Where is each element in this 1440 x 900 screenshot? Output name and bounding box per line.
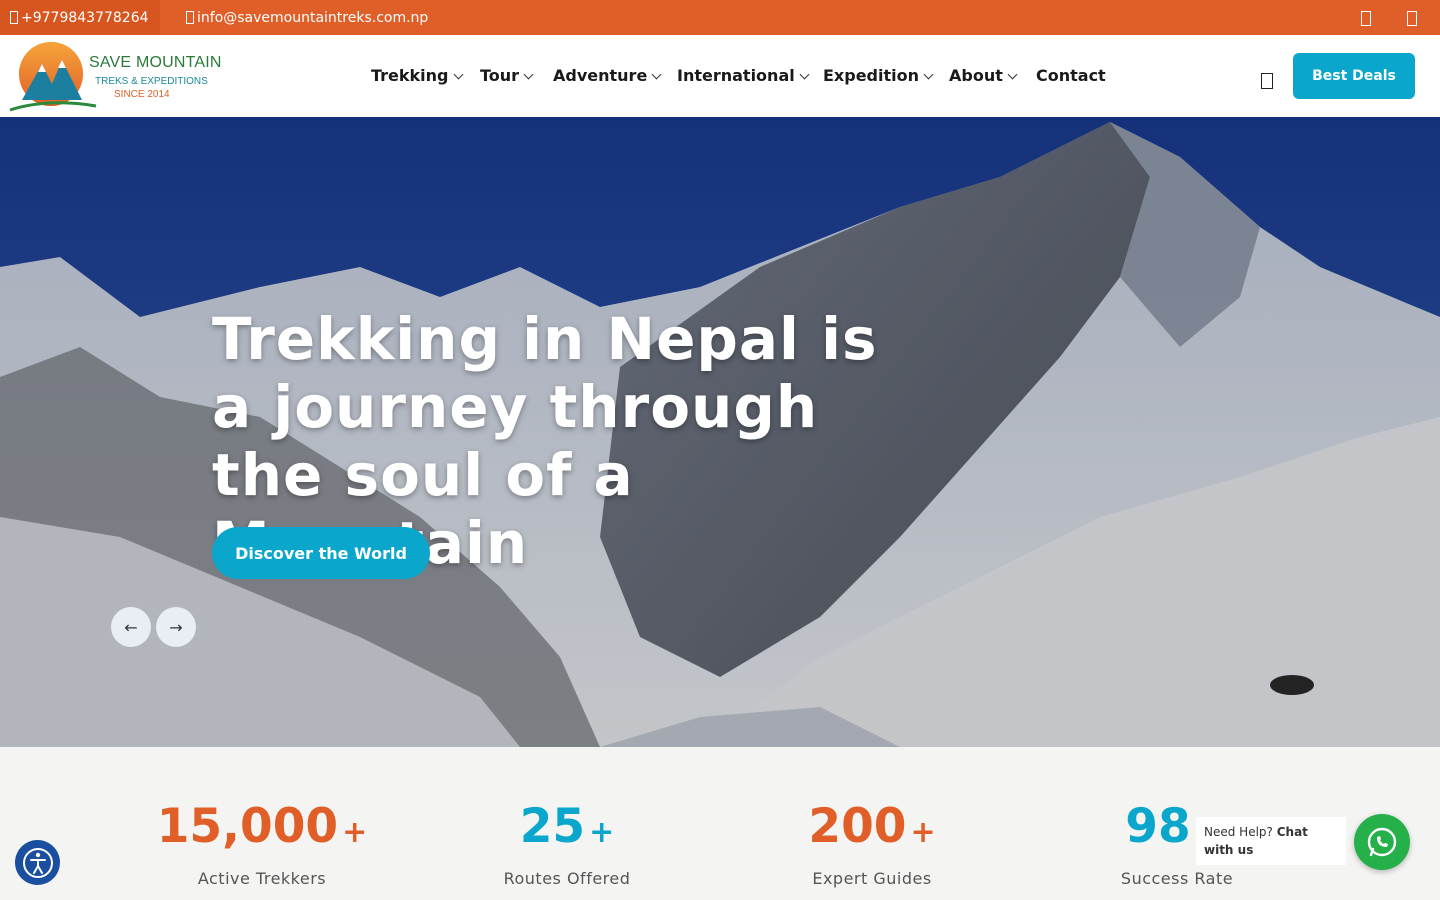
whatsapp-button[interactable] xyxy=(1354,814,1410,870)
chevron-down-icon xyxy=(799,69,810,79)
nav-item-label: Tour xyxy=(480,66,520,85)
stat-label: Expert Guides xyxy=(812,869,932,888)
stat-label: Active Trekkers xyxy=(197,869,327,888)
stat-suffix: + xyxy=(910,815,936,850)
nav-item-label: About xyxy=(949,66,1003,85)
nav-item-label: Expedition xyxy=(823,66,920,85)
logo-title: SAVE MOUNTAIN xyxy=(89,54,222,71)
mail-icon xyxy=(186,11,194,24)
accessibility-button[interactable] xyxy=(15,840,60,885)
phone-number: +9779843778264 xyxy=(21,9,149,26)
chevron-down-icon xyxy=(523,69,534,79)
phone-icon xyxy=(10,11,18,24)
nav-item-trekking[interactable]: Trekking xyxy=(371,66,463,85)
site-header: SAVE MOUNTAIN TREKS & EXPEDITIONS SINCE … xyxy=(0,35,1440,117)
top-bar: +9779843778264 info@savemountaintreks.co… xyxy=(0,0,1440,35)
whatsapp-icon xyxy=(1367,827,1397,857)
facebook-icon[interactable] xyxy=(1361,11,1371,26)
stat-suffix: + xyxy=(589,815,615,850)
nav-item-adventure[interactable]: Adventure xyxy=(553,66,662,85)
stat-label: Routes Offered xyxy=(503,869,631,888)
stat-number: 25 xyxy=(519,799,586,854)
nav-item-international[interactable]: International xyxy=(677,66,810,85)
nav-item-about[interactable]: About xyxy=(949,66,1018,85)
mountain-logo-icon xyxy=(9,42,97,112)
arrow-right-icon: → xyxy=(169,617,183,637)
stat-number: 98 xyxy=(1125,799,1191,854)
nav-item-tour[interactable]: Tour xyxy=(480,66,534,85)
chevron-down-icon xyxy=(651,69,662,79)
help-prefix: Need Help? xyxy=(1204,825,1273,839)
chevron-down-icon xyxy=(923,69,934,79)
nav-item-contact[interactable]: Contact xyxy=(1036,66,1106,85)
help-chat-bubble[interactable]: Need Help? Chat with us xyxy=(1196,817,1346,865)
phone-link[interactable]: +9779843778264 xyxy=(0,0,160,35)
best-deals-button[interactable]: Best Deals xyxy=(1293,53,1415,99)
instagram-icon[interactable] xyxy=(1407,11,1417,26)
logo-subtitle: TREKS & EXPEDITIONS xyxy=(95,76,208,87)
stat-number: 15,000 xyxy=(156,799,339,854)
email-link[interactable]: info@savemountaintreks.com.np xyxy=(186,0,428,35)
nav-item-label: Contact xyxy=(1036,66,1106,85)
accessibility-icon xyxy=(22,847,53,878)
slider-prev-button[interactable]: ← xyxy=(111,607,151,647)
stat-active-trekkers: 15,000 + Active Trekkers xyxy=(112,799,412,888)
chevron-down-icon xyxy=(453,69,463,79)
hero-slider: Trekking in Nepal is a journey through t… xyxy=(0,117,1440,747)
nav-item-label: Adventure xyxy=(553,66,648,85)
nav-item-expedition[interactable]: Expedition xyxy=(823,66,934,85)
arrow-left-icon: ← xyxy=(124,617,138,637)
search-icon[interactable] xyxy=(1261,73,1273,89)
nav-item-label: International xyxy=(677,66,795,85)
stat-expert-guides: 200 + Expert Guides xyxy=(722,799,1022,888)
logo-since: SINCE 2014 xyxy=(114,89,170,100)
email-address: info@savemountaintreks.com.np xyxy=(197,9,429,26)
discover-button[interactable]: Discover the World xyxy=(212,527,430,579)
stat-routes-offered: 25 + Routes Offered xyxy=(417,799,717,888)
stat-number: 200 xyxy=(808,799,907,854)
chevron-down-icon xyxy=(1007,69,1018,79)
nav-item-label: Trekking xyxy=(371,66,449,85)
stat-label: Success Rate xyxy=(1120,869,1234,888)
stat-suffix: + xyxy=(342,815,368,850)
site-logo[interactable]: SAVE MOUNTAIN TREKS & EXPEDITIONS SINCE … xyxy=(8,40,228,112)
slider-next-button[interactable]: → xyxy=(156,607,196,647)
